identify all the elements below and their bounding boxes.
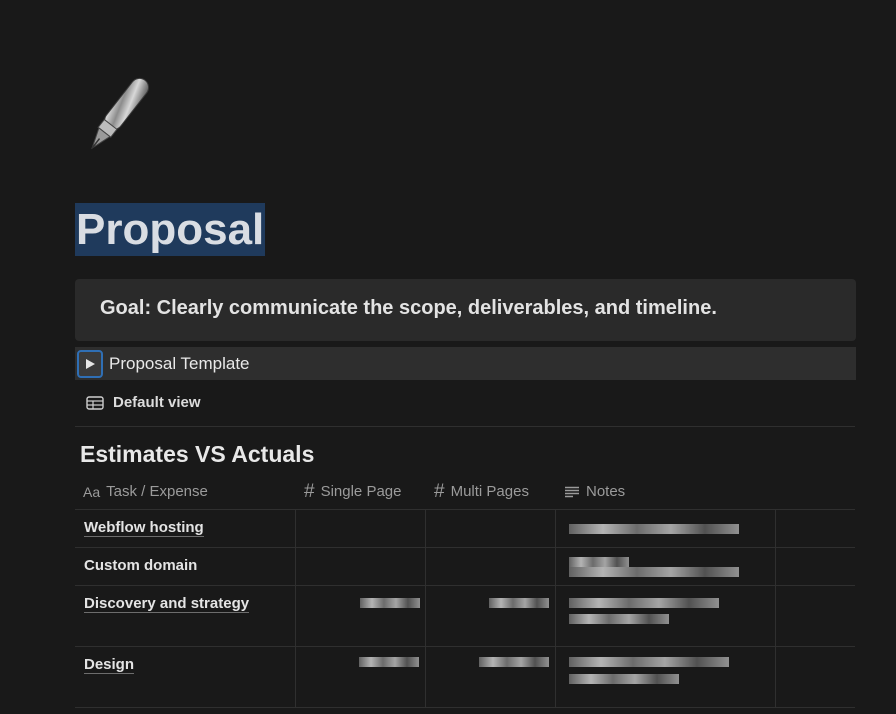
row-name-text[interactable]: Webflow hosting	[84, 519, 204, 537]
table-row[interactable]: Custom domain	[75, 548, 855, 586]
empty-cell[interactable]	[776, 548, 855, 585]
task-cell[interactable]: Discovery and strategy	[75, 586, 296, 646]
default-view-tab[interactable]: Default view	[86, 394, 201, 411]
redacted-notes	[569, 598, 719, 608]
redacted-value	[479, 657, 549, 667]
page-title[interactable]: Proposal	[76, 203, 264, 256]
notes-cell[interactable]	[556, 586, 776, 646]
column-label: Single Page	[320, 483, 402, 500]
redacted-value	[489, 598, 549, 608]
redacted-notes	[569, 657, 729, 667]
task-cell[interactable]: Webflow hosting	[75, 510, 296, 547]
number-property-icon: #	[304, 480, 315, 502]
redacted-notes	[569, 567, 739, 577]
column-label: Task / Expense	[106, 483, 208, 500]
proposal-template-toggle[interactable]: Proposal Template	[75, 347, 856, 380]
empty-cell[interactable]	[776, 647, 855, 707]
table-row[interactable]: Design	[75, 647, 855, 708]
multi-pages-cell[interactable]	[426, 647, 556, 707]
column-header-single-page[interactable]: # Single Page	[296, 474, 426, 509]
text-property-icon: Aa	[83, 483, 101, 500]
table-header: Aa Task / Expense # Single Page # Multi …	[75, 474, 855, 510]
redacted-value	[360, 598, 420, 608]
play-triangle-icon	[86, 358, 95, 369]
single-page-cell[interactable]	[296, 586, 426, 646]
single-page-cell[interactable]	[296, 647, 426, 707]
row-name-text[interactable]: Custom domain	[75, 548, 197, 574]
redacted-notes	[569, 614, 669, 624]
notes-cell[interactable]	[556, 647, 776, 707]
row-name: Design	[75, 647, 135, 674]
column-label: Multi Pages	[450, 483, 529, 500]
page-title-highlight[interactable]: Proposal	[75, 203, 266, 256]
row-name-text[interactable]: Discovery and strategy	[84, 595, 250, 613]
view-label: Default view	[113, 394, 201, 411]
notes-cell[interactable]	[556, 510, 776, 547]
redacted-notes	[569, 557, 629, 567]
empty-cell[interactable]	[776, 510, 855, 547]
single-page-cell[interactable]	[296, 510, 426, 547]
goal-callout[interactable]: Goal: Clearly communicate the scope, del…	[75, 279, 856, 341]
redacted-notes	[569, 524, 739, 534]
database-title[interactable]: Estimates VS Actuals	[80, 441, 314, 468]
table-row[interactable]: Discovery and strategy	[75, 586, 855, 647]
row-name: Webflow hosting	[75, 510, 204, 537]
table-icon	[86, 395, 104, 410]
empty-cell[interactable]	[776, 586, 855, 646]
view-divider	[75, 426, 855, 427]
text-lines-icon	[565, 486, 579, 497]
redacted-notes	[569, 674, 679, 684]
notes-cell[interactable]	[556, 548, 776, 585]
row-name-text[interactable]: Design	[84, 656, 135, 674]
column-header-task[interactable]: Aa Task / Expense	[75, 474, 296, 509]
column-label: Notes	[586, 483, 626, 500]
multi-pages-cell[interactable]	[426, 548, 556, 585]
multi-pages-cell[interactable]	[426, 510, 556, 547]
column-header-notes[interactable]: Notes	[556, 474, 776, 509]
toggle-arrow-button[interactable]	[77, 349, 103, 378]
fountain-pen-icon[interactable]	[74, 68, 166, 160]
row-name: Discovery and strategy	[75, 586, 250, 613]
column-header-multi-pages[interactable]: # Multi Pages	[426, 474, 556, 509]
redacted-value	[359, 657, 419, 667]
estimates-table: Aa Task / Expense # Single Page # Multi …	[75, 474, 855, 708]
number-property-icon: #	[434, 480, 445, 502]
single-page-cell[interactable]	[296, 548, 426, 585]
table-row[interactable]: Webflow hosting	[75, 510, 855, 548]
task-cell[interactable]: Design	[75, 647, 296, 707]
task-cell[interactable]: Custom domain	[75, 548, 296, 585]
multi-pages-cell[interactable]	[426, 586, 556, 646]
toggle-label: Proposal Template	[109, 353, 250, 373]
